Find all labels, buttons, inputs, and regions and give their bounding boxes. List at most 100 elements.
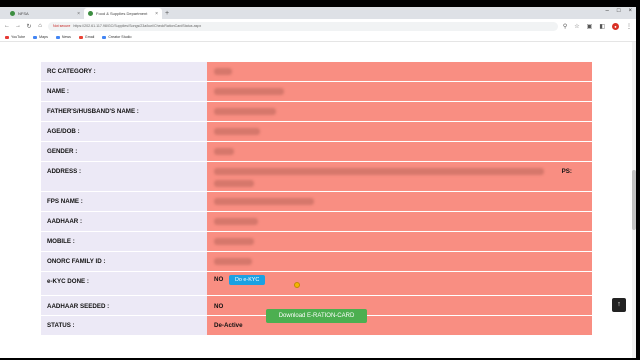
tab-label: NFSA xyxy=(18,11,29,16)
redacted-value xyxy=(214,168,544,175)
redacted-value xyxy=(214,148,234,155)
redacted-value xyxy=(214,238,254,245)
youtube-icon xyxy=(5,35,9,39)
detail-row-fps-name: FPS NAME : xyxy=(41,192,592,212)
redacted-value xyxy=(214,128,260,135)
redacted-value xyxy=(214,108,276,115)
address-ps-label: PS: xyxy=(561,168,572,175)
redacted-value xyxy=(214,218,258,225)
do-ekyc-button[interactable]: Do e-KYC xyxy=(229,275,266,285)
bookmark-creator-studio[interactable]: Creator Studio xyxy=(102,35,131,39)
reload-icon[interactable]: ↻ xyxy=(26,23,32,30)
bookmarks-bar: YouTube Maps News Gmail Creator Studio xyxy=(0,33,636,42)
row-label: AGE/DOB : xyxy=(41,122,207,141)
row-label: NAME : xyxy=(41,82,207,101)
redacted-value xyxy=(214,180,254,187)
detail-row-address: ADDRESS : PS: xyxy=(41,162,592,192)
row-label: FATHER'S/HUSBAND'S NAME : xyxy=(41,102,207,121)
mouse-cursor-highlight xyxy=(294,282,300,288)
row-label: ADDRESS : xyxy=(41,162,207,191)
row-value xyxy=(207,82,592,101)
tab-close-icon[interactable]: × xyxy=(77,11,80,17)
bookmark-maps[interactable]: Maps xyxy=(33,35,48,39)
star-icon[interactable]: ☆ xyxy=(574,23,579,30)
row-label: e-KYC DONE : xyxy=(41,272,207,295)
row-label: RC CATEGORY : xyxy=(41,62,207,81)
sidebar-icon[interactable]: ◧ xyxy=(599,23,605,30)
row-value xyxy=(207,142,592,161)
minimize-icon[interactable]: – xyxy=(606,8,609,14)
tab-favicon-icon xyxy=(88,11,93,16)
row-label: AADHAAR : xyxy=(41,212,207,231)
home-icon[interactable]: ⌂ xyxy=(37,23,43,29)
browser-toolbar: ← → ↻ ⌂ Not secure https://202.61.117.98… xyxy=(0,19,636,33)
row-label: ONORC FAMILY ID : xyxy=(41,252,207,271)
ekyc-status-value: NO xyxy=(214,275,224,283)
forward-icon[interactable]: → xyxy=(15,23,21,29)
page-scrollbar[interactable] xyxy=(632,42,636,358)
status-value: De-Active xyxy=(207,316,592,335)
creator-studio-icon xyxy=(102,35,107,39)
bookmark-youtube[interactable]: YouTube xyxy=(5,35,25,39)
toolbar-actions: ⚲ ☆ ▣ ◧ ● ⋮ xyxy=(563,22,632,30)
detail-row-ekyc-done: e-KYC DONE : NO Do e-KYC xyxy=(41,272,592,296)
tab-food-supplies[interactable]: Food & Supplies Department × xyxy=(84,8,162,19)
tab-label: Food & Supplies Department xyxy=(96,11,148,16)
row-value: NO Do e-KYC xyxy=(207,272,592,295)
zoom-icon[interactable]: ⚲ xyxy=(563,23,567,30)
detail-row-father-husband-name: FATHER'S/HUSBAND'S NAME : xyxy=(41,102,592,122)
screen-frame: NFSA × Food & Supplies Department × + – … xyxy=(0,0,640,360)
scroll-top-icon[interactable]: ↑ xyxy=(612,298,626,312)
scrollbar-thumb[interactable] xyxy=(632,170,636,230)
row-value: PS: xyxy=(207,162,592,191)
security-warning-label[interactable]: Not secure xyxy=(53,24,70,28)
browser-window: NFSA × Food & Supplies Department × + – … xyxy=(0,7,636,358)
row-label: MOBILE : xyxy=(41,232,207,251)
maps-icon xyxy=(33,35,38,39)
row-value xyxy=(207,102,592,121)
row-label: STATUS : xyxy=(41,316,207,335)
ration-card-details: RC CATEGORY : NAME : FATHER'S/HUSBAND'S … xyxy=(41,62,592,336)
extensions-icon[interactable]: ▣ xyxy=(587,23,593,30)
menu-icon[interactable]: ⋮ xyxy=(626,23,632,30)
detail-row-rc-category: RC CATEGORY : xyxy=(41,62,592,82)
redacted-value xyxy=(214,258,252,265)
tab-strip: NFSA × Food & Supplies Department × + – … xyxy=(0,7,636,19)
bookmark-news[interactable]: News xyxy=(55,35,71,39)
detail-row-gender: GENDER : xyxy=(41,142,592,162)
window-controls: – □ × xyxy=(606,8,632,14)
redacted-value xyxy=(214,88,284,95)
gmail-icon xyxy=(78,35,83,39)
bookmark-gmail[interactable]: Gmail xyxy=(78,35,94,39)
maximize-icon[interactable]: □ xyxy=(617,8,621,14)
scroll-fade xyxy=(41,42,592,62)
detail-row-onorc-family-id: ONORC FAMILY ID : xyxy=(41,252,592,272)
back-icon[interactable]: ← xyxy=(4,23,10,29)
row-value xyxy=(207,212,592,231)
row-value xyxy=(207,122,592,141)
tab-favicon-icon xyxy=(10,11,15,16)
new-tab-icon[interactable]: + xyxy=(165,8,169,19)
row-label: AADHAAR SEEDED : xyxy=(41,296,207,315)
redacted-value xyxy=(214,198,314,205)
detail-row-mobile: MOBILE : xyxy=(41,232,592,252)
download-eration-card-button[interactable]: Download E-RATION-CARD xyxy=(266,309,367,323)
profile-icon[interactable]: ● xyxy=(612,22,619,30)
detail-row-aadhaar: AADHAAR : xyxy=(41,212,592,232)
row-value xyxy=(207,252,592,271)
tab-nfsa[interactable]: NFSA × xyxy=(6,8,84,19)
row-value xyxy=(207,232,592,251)
news-icon xyxy=(55,35,60,39)
row-label: GENDER : xyxy=(41,142,207,161)
tab-close-icon[interactable]: × xyxy=(155,11,158,17)
detail-row-name: NAME : xyxy=(41,82,592,102)
detail-row-age-dob: AGE/DOB : xyxy=(41,122,592,142)
address-bar[interactable]: Not secure https://202.61.117.98/GC/Supp… xyxy=(48,21,558,31)
row-label: FPS NAME : xyxy=(41,192,207,211)
row-value xyxy=(207,192,592,211)
aadhaar-seeded-value: NO xyxy=(207,296,592,315)
close-window-icon[interactable]: × xyxy=(628,8,632,14)
redacted-value xyxy=(214,68,232,75)
row-value xyxy=(207,62,592,81)
url-text[interactable]: https://202.61.117.98/GC/Supplies/Songs/… xyxy=(73,24,201,28)
